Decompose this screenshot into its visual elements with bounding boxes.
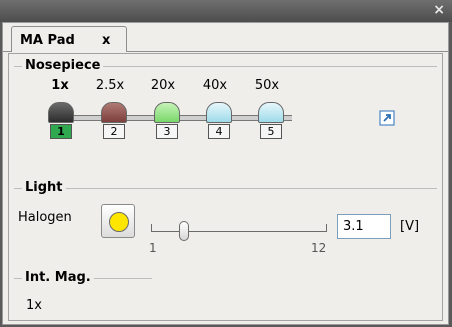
slider-max-label: 12 bbox=[311, 241, 327, 255]
objective-5[interactable]: 5 bbox=[256, 102, 286, 142]
tab-label: MA Pad bbox=[20, 33, 75, 48]
window-close-button[interactable]: × bbox=[433, 2, 445, 18]
tab-ma-pad[interactable]: MA Pad x bbox=[11, 26, 127, 52]
objective-position: 3 bbox=[156, 124, 178, 139]
objective-1[interactable]: 1 bbox=[46, 102, 76, 142]
mag-label-20x: 20x bbox=[150, 78, 176, 93]
objective-position: 4 bbox=[208, 124, 230, 139]
slider-track bbox=[151, 231, 326, 232]
window-titlebar: × bbox=[0, 0, 452, 22]
objective-cap-icon bbox=[206, 102, 232, 123]
section-title-light: Light bbox=[22, 180, 66, 195]
objective-cap-icon bbox=[101, 102, 127, 123]
objective-position: 2 bbox=[103, 124, 125, 139]
voltage-input[interactable] bbox=[337, 214, 391, 239]
voltage-slider[interactable]: 1 12 bbox=[149, 212, 329, 255]
objective-cap-icon bbox=[154, 102, 180, 123]
tab-strip: MA Pad x bbox=[3, 23, 448, 52]
objective-2[interactable]: 2 bbox=[99, 102, 129, 142]
slider-tick bbox=[326, 224, 327, 232]
mag-label-2-5x: 2.5x bbox=[95, 78, 125, 93]
section-title-int-mag: Int. Mag. bbox=[22, 270, 94, 285]
section-light: Light bbox=[14, 180, 437, 196]
objective-position: 5 bbox=[260, 124, 282, 139]
section-divider bbox=[14, 188, 437, 189]
lamp-icon bbox=[109, 212, 129, 232]
voltage-unit: [V] bbox=[400, 219, 420, 234]
objective-4[interactable]: 4 bbox=[204, 102, 234, 142]
lamp-toggle-button[interactable] bbox=[101, 204, 135, 238]
ma-pad-panel: MA Pad x Nosepiece 1x 2.5x 20x 40x 50x 1… bbox=[2, 22, 449, 325]
objective-cap-icon bbox=[258, 102, 284, 123]
mag-label-1x: 1x bbox=[51, 78, 69, 93]
light-source-label: Halogen bbox=[18, 210, 72, 225]
slider-thumb[interactable] bbox=[179, 221, 190, 241]
tab-close-button[interactable]: x bbox=[102, 33, 110, 48]
expand-arrow-icon[interactable] bbox=[379, 110, 395, 126]
section-title-nosepiece: Nosepiece bbox=[22, 58, 104, 73]
section-int-mag: Int. Mag. bbox=[14, 270, 152, 286]
slider-min-label: 1 bbox=[149, 241, 157, 255]
objective-cap-icon bbox=[48, 102, 74, 123]
objective-position: 1 bbox=[50, 124, 72, 139]
mag-label-40x: 40x bbox=[202, 78, 228, 93]
content-frame: Nosepiece 1x 2.5x 20x 40x 50x 1 2 3 4 5 bbox=[8, 53, 443, 321]
section-nosepiece: Nosepiece bbox=[14, 58, 437, 74]
objective-3[interactable]: 3 bbox=[152, 102, 182, 142]
mag-label-50x: 50x bbox=[254, 78, 280, 93]
int-mag-value: 1x bbox=[26, 298, 42, 313]
